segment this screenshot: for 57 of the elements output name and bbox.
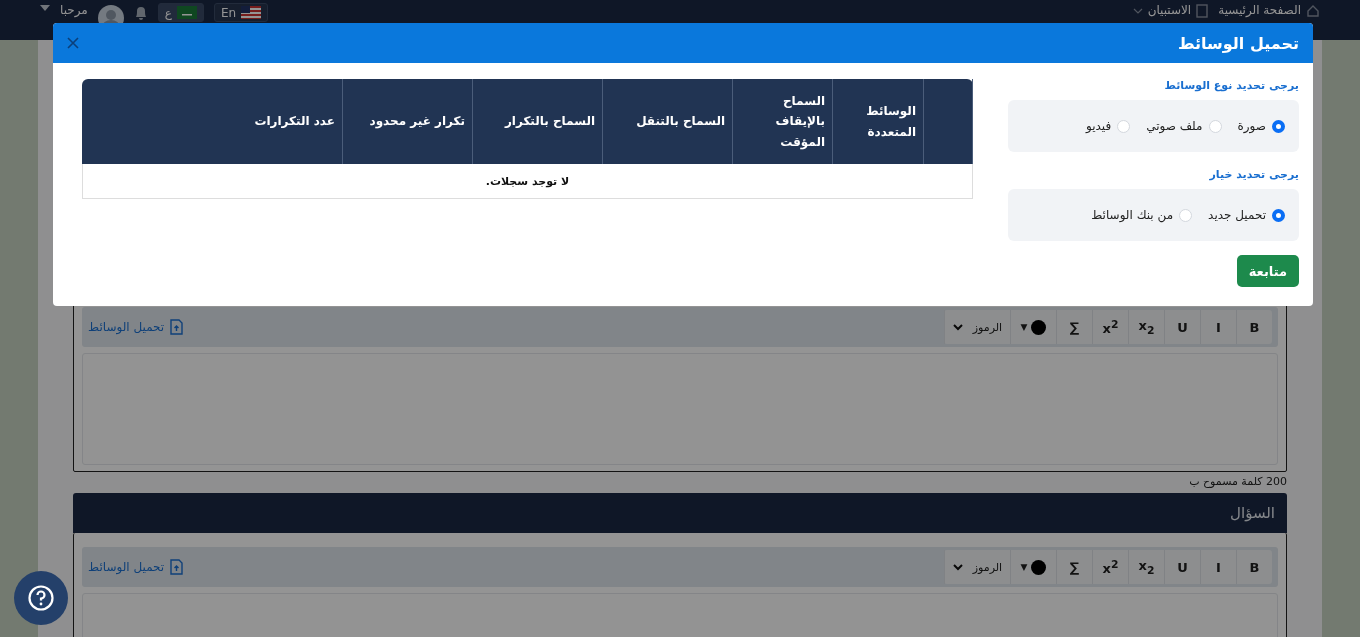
continue-button[interactable]: متابعة — [1236, 255, 1299, 287]
radio-option[interactable]: تحميل جديد — [1208, 208, 1285, 222]
symbols-dropdown[interactable]: الرموز — [944, 550, 1010, 584]
empty-message: لا توجد سجلات. — [485, 174, 570, 188]
format-button[interactable]: B — [1236, 550, 1272, 584]
question-icon — [28, 585, 54, 611]
format-button[interactable]: ∑ — [1056, 310, 1092, 344]
flag-icon — [241, 6, 262, 19]
column-header: السماح بالتنقل — [636, 113, 725, 131]
group-label: يرجى تحديد خيار — [1208, 168, 1299, 181]
radio-option[interactable]: من بنك الوسائط — [1091, 208, 1193, 222]
chevron-icon — [1132, 6, 1143, 15]
file-upload-icon — [170, 319, 184, 335]
column-header: الوسائط المتعددة — [865, 103, 916, 141]
greeting-text: مرحبا — [60, 3, 88, 18]
column-header: السماح بالتكرار — [504, 113, 595, 131]
symbols-dropdown[interactable]: الرموز — [944, 310, 1010, 344]
word-limit-text: 200 كلمة مسموح ب — [1188, 474, 1287, 490]
format-button[interactable]: x$^{2}$ — [1092, 550, 1128, 584]
column-header: عدد التكرارات — [254, 113, 335, 131]
chevron-icon — [952, 563, 963, 571]
group-label: يرجى تحديد نوع الوسائط — [1163, 79, 1299, 92]
color-swatch-icon — [1031, 319, 1047, 335]
format-button[interactable]: x$_{2}$ — [1128, 550, 1164, 584]
dialog-title: تحميل الوسائط — [1177, 33, 1299, 53]
chevron-icon — [952, 323, 963, 331]
format-button[interactable]: x$_{2}$ — [1128, 310, 1164, 344]
format-button[interactable]: B — [1236, 310, 1272, 344]
format-button[interactable]: U — [1164, 550, 1200, 584]
color-picker[interactable]: ▼ — [1010, 310, 1056, 344]
format-button[interactable]: ∑ — [1056, 550, 1092, 584]
radio-button[interactable] — [1272, 208, 1285, 222]
help-button[interactable] — [14, 571, 68, 625]
english-button[interactable]: En — [213, 3, 269, 22]
format-button[interactable]: x$^{2}$ — [1092, 310, 1128, 344]
radio-option[interactable]: فيديو — [1085, 119, 1131, 133]
format-button[interactable]: I — [1200, 310, 1236, 344]
document-icon — [1196, 3, 1209, 18]
column-header: تكرار غير محدود — [369, 113, 465, 131]
color-swatch-icon — [1031, 559, 1047, 575]
bell-icon[interactable] — [133, 5, 148, 21]
home-link[interactable]: الصفحة الرئيسية — [1218, 3, 1320, 18]
radio-option[interactable]: صورة — [1237, 119, 1285, 133]
house-icon — [1306, 3, 1320, 18]
caret-icon[interactable] — [40, 5, 50, 11]
radio-option[interactable]: ملف صوتي — [1146, 119, 1222, 133]
flag-icon — [176, 6, 197, 19]
column-header: السماح بالإيقاف المؤقت — [774, 92, 825, 152]
format-button[interactable]: U — [1164, 310, 1200, 344]
format-button[interactable]: I — [1200, 550, 1236, 584]
survey-link[interactable]: الاستبيان — [1132, 3, 1209, 18]
file-upload-icon — [170, 559, 184, 575]
arabic-button[interactable]: ع — [157, 3, 204, 22]
close-icon[interactable] — [67, 37, 79, 49]
section-title: السؤال — [1230, 504, 1275, 522]
color-picker[interactable]: ▼ — [1010, 550, 1056, 584]
radio-button[interactable] — [1272, 119, 1285, 133]
